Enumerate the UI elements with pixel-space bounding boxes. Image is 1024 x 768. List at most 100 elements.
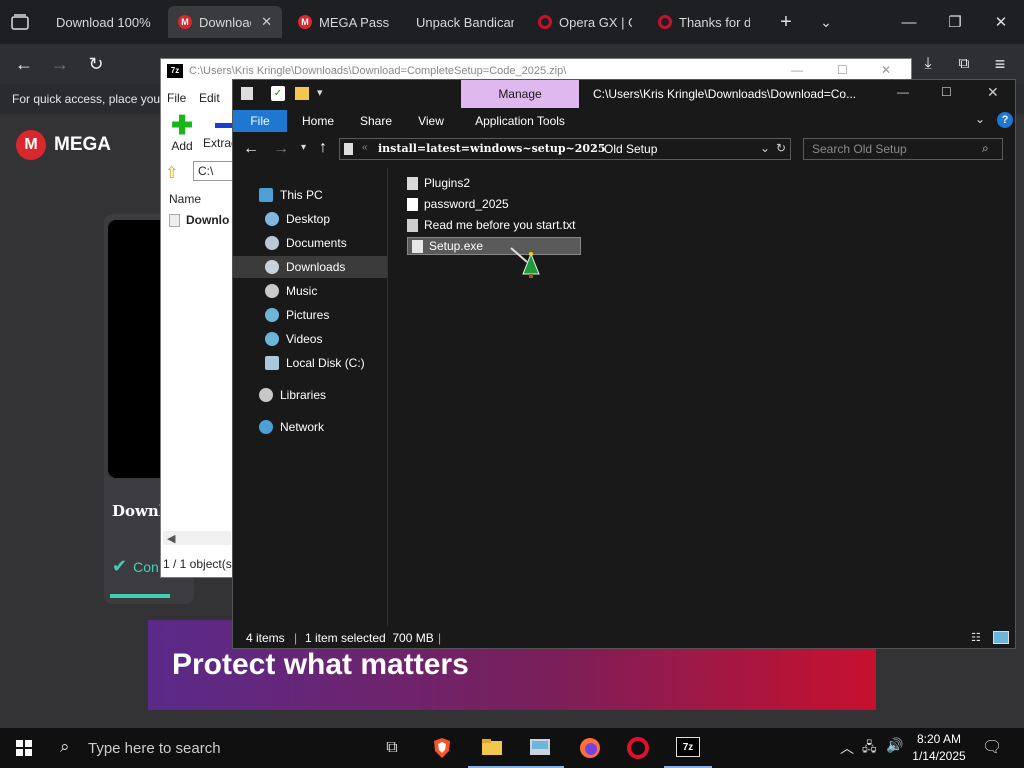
windows-taskbar: ⌕ Type here to search ⧉ 7z ︿ 🖧 🔊 8:20 AM… — [0, 728, 1024, 768]
up-arrow-icon[interactable]: ↑ — [319, 139, 327, 157]
up-folder-icon[interactable]: ⇧ — [165, 163, 178, 183]
back-arrow-icon[interactable]: ← — [243, 140, 259, 158]
clock[interactable]: 8:20 AM 1/14/2025 — [906, 731, 972, 765]
search-icon: ⌕ — [60, 737, 70, 756]
file-row-setup-exe[interactable]: Setup.exe — [407, 237, 581, 255]
breadcrumb-overflow-icon[interactable]: « — [362, 142, 368, 153]
horizontal-scrollbar[interactable]: ◀ — [163, 531, 231, 545]
taskbar-search[interactable]: ⌕ Type here to search — [48, 728, 364, 768]
ribbon-tab-file[interactable]: File — [233, 110, 287, 132]
sevenzip-menu-file[interactable]: File — [167, 91, 186, 105]
reload-icon[interactable]: ↻ — [84, 52, 108, 76]
nav-item-videos[interactable]: Videos — [233, 328, 387, 350]
explorer-window: ✓ ▾ Manage C:\Users\Kris Kringle\Downloa… — [232, 79, 1016, 649]
firefox-icon[interactable] — [566, 728, 614, 768]
close-window-button[interactable]: ✕ — [987, 84, 999, 101]
tab-list-chevron-icon[interactable]: ⌄ — [814, 10, 838, 34]
maximize-window-button[interactable]: ☐ — [837, 63, 848, 77]
ribbon-tab-share[interactable]: Share — [353, 110, 399, 132]
nav-item-documents[interactable]: Documents — [233, 232, 387, 254]
minimize-window-button[interactable]: — — [791, 63, 803, 77]
nav-item-pictures[interactable]: Pictures — [233, 304, 387, 326]
start-button[interactable] — [0, 728, 48, 768]
menu-icon[interactable]: ≡ — [988, 52, 1012, 76]
text-file-icon — [407, 218, 418, 232]
file-row-plugins2[interactable]: Plugins2 — [407, 174, 470, 192]
add-button[interactable]: ✚ Add — [165, 112, 199, 155]
breadcrumb-part-1[interactable]: install=latest=windows~setup~2025 — [378, 142, 605, 155]
browser-tab-6[interactable]: Thanks for do — [648, 6, 760, 38]
notifications-icon[interactable]: 🗨 — [982, 737, 1002, 757]
brave-browser-icon[interactable] — [418, 728, 466, 768]
task-view-icon[interactable]: ⧉ — [368, 728, 416, 768]
nav-item-this-pc[interactable]: This PC — [233, 184, 387, 206]
nav-item-network[interactable]: Network — [233, 416, 387, 438]
close-window-button[interactable]: ✕ — [978, 0, 1024, 44]
refresh-icon[interactable]: ↻ — [776, 141, 786, 155]
mega-logo-icon: M — [16, 130, 46, 160]
help-icon[interactable]: ? — [997, 112, 1013, 128]
properties-icon[interactable]: ✓ — [271, 86, 285, 101]
browser-tab-4[interactable]: Unpack Bandicam — [406, 6, 524, 38]
sevenzip-taskbar-icon[interactable]: 7z — [664, 728, 712, 768]
back-arrow-icon[interactable]: ← — [12, 52, 36, 76]
nav-item-local-disk[interactable]: Local Disk (C:) — [233, 352, 387, 374]
maximize-window-button[interactable]: ☐ — [941, 85, 952, 99]
preview-area — [108, 220, 168, 478]
nav-item-music[interactable]: Music — [233, 280, 387, 302]
column-header-name[interactable]: Name — [169, 192, 201, 206]
browser-tab-3[interactable]: M MEGA Pass: Se — [288, 6, 400, 38]
sevenzip-path-field[interactable]: C:\ — [193, 161, 233, 181]
download-icon[interactable]: ⤓ — [916, 52, 940, 76]
mega-logo[interactable]: M MEGA — [16, 130, 111, 160]
manage-tab[interactable]: Manage — [461, 80, 579, 108]
nav-item-libraries[interactable]: Libraries — [233, 384, 387, 406]
new-tab-icon[interactable]: + — [774, 10, 798, 34]
forward-arrow-icon[interactable]: → — [273, 140, 289, 158]
opera-gx-icon[interactable] — [614, 728, 662, 768]
tab-overview-icon[interactable] — [8, 10, 32, 34]
customize-toolbar-icon[interactable]: ▾ — [317, 86, 323, 99]
sevenzip-status: 1 / 1 object(s) — [163, 557, 236, 571]
minimize-window-button[interactable]: — — [897, 85, 909, 99]
browser-tab-5[interactable]: Opera GX | Ga — [528, 6, 642, 38]
volume-icon[interactable]: 🔊 — [886, 737, 903, 754]
ribbon-tab-home[interactable]: Home — [293, 110, 343, 132]
close-tab-icon[interactable]: ✕ — [261, 14, 272, 30]
ribbon-tab-application-tools[interactable]: Application Tools — [465, 110, 575, 132]
download-heading: Downl — [112, 502, 165, 520]
archive-row[interactable]: Downlo — [169, 213, 229, 227]
breadcrumb-part-2[interactable]: Old Setup — [604, 142, 657, 156]
address-history-chevron-icon[interactable]: ⌄ — [760, 141, 770, 155]
control-panel-icon[interactable] — [516, 728, 564, 768]
large-icons-view-icon[interactable] — [993, 631, 1009, 644]
nav-item-desktop[interactable]: Desktop — [233, 208, 387, 230]
extensions-icon[interactable]: ⧉ — [952, 52, 976, 76]
browser-tab-1[interactable]: Download 100% F — [46, 6, 162, 38]
maximize-window-button[interactable]: ❐ — [932, 0, 978, 44]
ribbon-tab-view[interactable]: View — [409, 110, 453, 132]
file-row-readme[interactable]: Read me before you start.txt — [407, 216, 575, 234]
new-folder-icon[interactable] — [295, 87, 309, 100]
extract-button[interactable]: Extrac — [203, 113, 237, 155]
close-window-button[interactable]: ✕ — [881, 63, 891, 77]
search-input[interactable]: Search Old Setup ⌕ — [803, 138, 1003, 160]
file-explorer-icon[interactable] — [468, 728, 516, 768]
exe-icon — [412, 239, 423, 253]
address-bar[interactable]: « install=latest=windows~setup~2025 › Ol… — [339, 138, 791, 160]
details-view-icon[interactable]: ☷ — [971, 631, 981, 644]
forward-arrow-icon[interactable]: → — [48, 52, 72, 76]
nav-item-downloads[interactable]: Downloads — [233, 256, 387, 278]
minimize-window-button[interactable]: — — [886, 0, 932, 44]
file-row-password[interactable]: password_2025 — [407, 195, 509, 213]
browser-tab-2[interactable]: M Download ✕ — [168, 6, 282, 38]
scroll-left-icon[interactable]: ◀ — [167, 533, 175, 545]
tab-label: Opera GX | Ga — [559, 14, 632, 30]
expand-ribbon-icon[interactable]: ⌄ — [975, 112, 985, 126]
network-status-icon[interactable]: 🖧 — [862, 738, 877, 760]
tab-label: Unpack Bandicam — [416, 14, 514, 30]
show-hidden-icons-chevron-icon[interactable]: ︿ — [840, 738, 854, 758]
selection-info: 1 item selected 700 MB — [305, 631, 434, 645]
sevenzip-menu-edit[interactable]: Edit — [199, 91, 220, 105]
recent-locations-icon[interactable]: ▾ — [301, 142, 306, 153]
